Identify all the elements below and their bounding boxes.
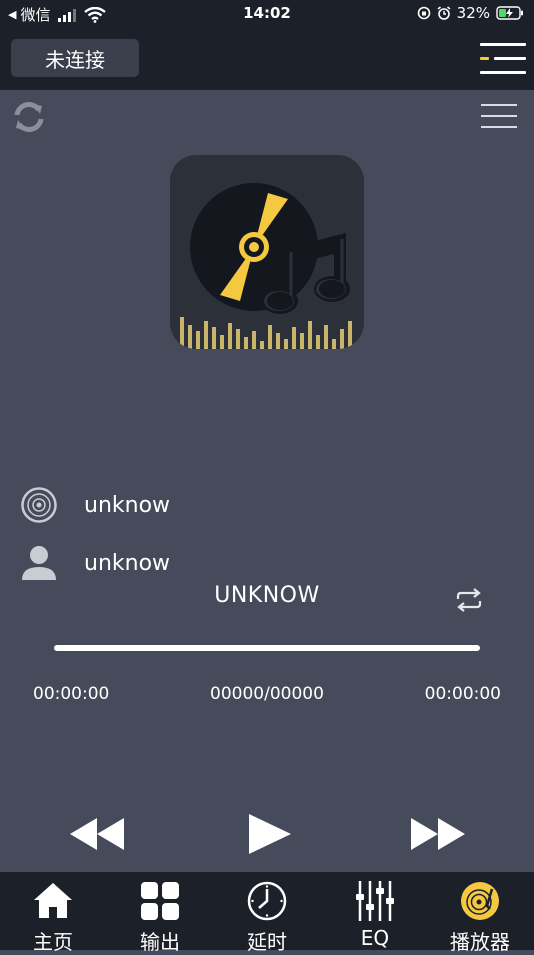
repeat-icon[interactable]	[454, 587, 484, 613]
artist-name: unknow	[84, 550, 171, 576]
total-time: 00:00:00	[424, 684, 501, 704]
tab-output[interactable]: 输出	[110, 872, 210, 954]
home-icon	[34, 883, 72, 918]
alarm-icon	[437, 6, 451, 20]
rewind-button[interactable]	[70, 818, 124, 850]
tab-player-label: 播放器	[450, 930, 510, 954]
turntable-icon	[461, 882, 499, 920]
main-menu-icon[interactable]	[480, 43, 526, 75]
tab-bar: 主页 输出 延时 EQ 播放器	[0, 872, 534, 954]
artist-row: unknow	[20, 543, 170, 583]
tab-eq[interactable]: EQ	[325, 872, 425, 950]
tab-delay[interactable]: 延时	[217, 872, 317, 954]
grid-icon	[141, 882, 179, 920]
tab-home[interactable]: 主页	[3, 872, 103, 954]
battery-percent: 32%	[456, 4, 490, 22]
playlist-icon[interactable]	[481, 104, 517, 130]
tab-home-label: 主页	[33, 930, 73, 954]
tab-output-label: 输出	[140, 930, 180, 954]
connection-button[interactable]: 未连接	[11, 39, 139, 77]
album-cover	[170, 155, 364, 349]
battery-charging-icon	[496, 6, 523, 20]
tab-delay-label: 延时	[247, 930, 287, 954]
clock-icon	[247, 881, 287, 921]
status-bar: ◀ 微信 14:02 32%	[0, 0, 534, 26]
album-name: unknow	[84, 492, 171, 518]
status-right: 32%	[417, 4, 524, 22]
orientation-lock-icon	[417, 6, 430, 20]
disc-icon	[21, 487, 57, 523]
refresh-icon[interactable]	[12, 100, 46, 134]
tab-eq-label: EQ	[360, 926, 390, 950]
play-button[interactable]	[249, 814, 291, 854]
tab-player[interactable]: 播放器	[430, 872, 530, 954]
equalizer-icon	[356, 881, 394, 921]
progress-slider[interactable]	[54, 645, 480, 651]
fast-forward-button[interactable]	[411, 818, 465, 850]
top-bar: 未连接	[0, 26, 534, 90]
vinyl-music-icon	[180, 183, 352, 349]
user-icon	[22, 546, 56, 580]
album-row: unknow	[20, 485, 170, 525]
